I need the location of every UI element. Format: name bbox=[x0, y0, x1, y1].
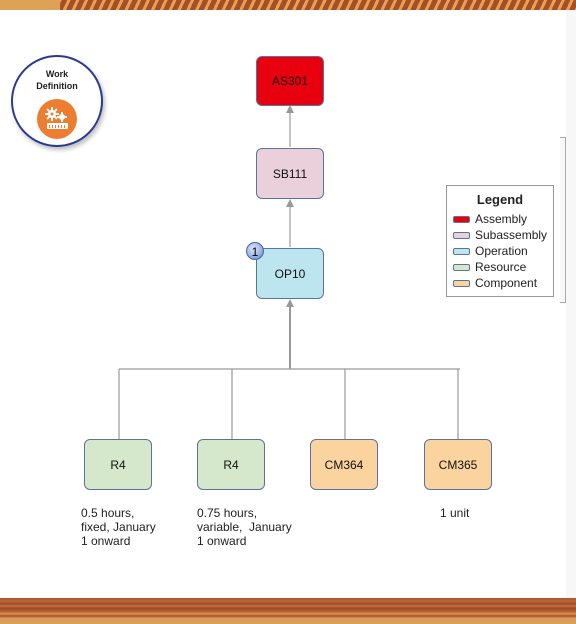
node-component-label: CM364 bbox=[324, 457, 364, 472]
legend-item-assembly: Assembly bbox=[447, 211, 553, 227]
node-component[interactable]: CM365 bbox=[424, 439, 492, 490]
legend-item-component: Component bbox=[447, 275, 553, 291]
legend-swatch bbox=[453, 263, 470, 271]
bottom-wood-border bbox=[0, 598, 576, 624]
node-resource-label: R4 bbox=[223, 457, 239, 472]
legend-item-subassembly: Subassembly bbox=[447, 227, 553, 243]
legend-label: Assembly bbox=[475, 212, 528, 226]
legend-label: Resource bbox=[475, 260, 527, 274]
node-operation-label: OP10 bbox=[274, 266, 306, 281]
step-number-badge: 1 bbox=[246, 242, 264, 260]
node-component-label: CM365 bbox=[438, 457, 478, 472]
legend-title: Legend bbox=[476, 192, 524, 207]
legend-swatch bbox=[453, 231, 470, 239]
legend-item-resource: Resource bbox=[447, 259, 553, 275]
legend-label: Subassembly bbox=[475, 228, 548, 242]
node-resource[interactable]: R4 bbox=[197, 439, 265, 490]
arrowhead-op bbox=[286, 299, 294, 307]
node-resource[interactable]: R4 bbox=[84, 439, 152, 490]
node-resource-label: R4 bbox=[110, 457, 126, 472]
resource-note: 0.5 hours, fixed, January 1 onward bbox=[81, 506, 156, 548]
node-operation[interactable]: OP10 bbox=[256, 248, 324, 299]
component-note: 1 unit bbox=[440, 506, 470, 520]
legend-swatch bbox=[453, 247, 470, 255]
legend-swatch bbox=[453, 215, 470, 223]
legend-item-operation: Operation bbox=[447, 243, 553, 259]
resource-note: 0.75 hours, variable, January 1 onward bbox=[197, 506, 292, 548]
node-assembly[interactable]: AS301 bbox=[256, 56, 324, 106]
node-assembly-label: AS301 bbox=[271, 74, 309, 88]
legend: Legend Assembly Subassembly Operation Re… bbox=[446, 185, 554, 297]
legend-swatch bbox=[453, 279, 470, 287]
arrowhead-as bbox=[286, 105, 294, 113]
step-number: 1 bbox=[251, 245, 259, 259]
node-subassembly[interactable]: SB111 bbox=[256, 148, 324, 199]
node-subassembly-label: SB111 bbox=[272, 166, 308, 181]
arrowhead-sb bbox=[286, 199, 294, 207]
legend-label: Component bbox=[475, 276, 538, 290]
node-component[interactable]: CM364 bbox=[310, 439, 378, 490]
legend-label: Operation bbox=[475, 244, 528, 258]
